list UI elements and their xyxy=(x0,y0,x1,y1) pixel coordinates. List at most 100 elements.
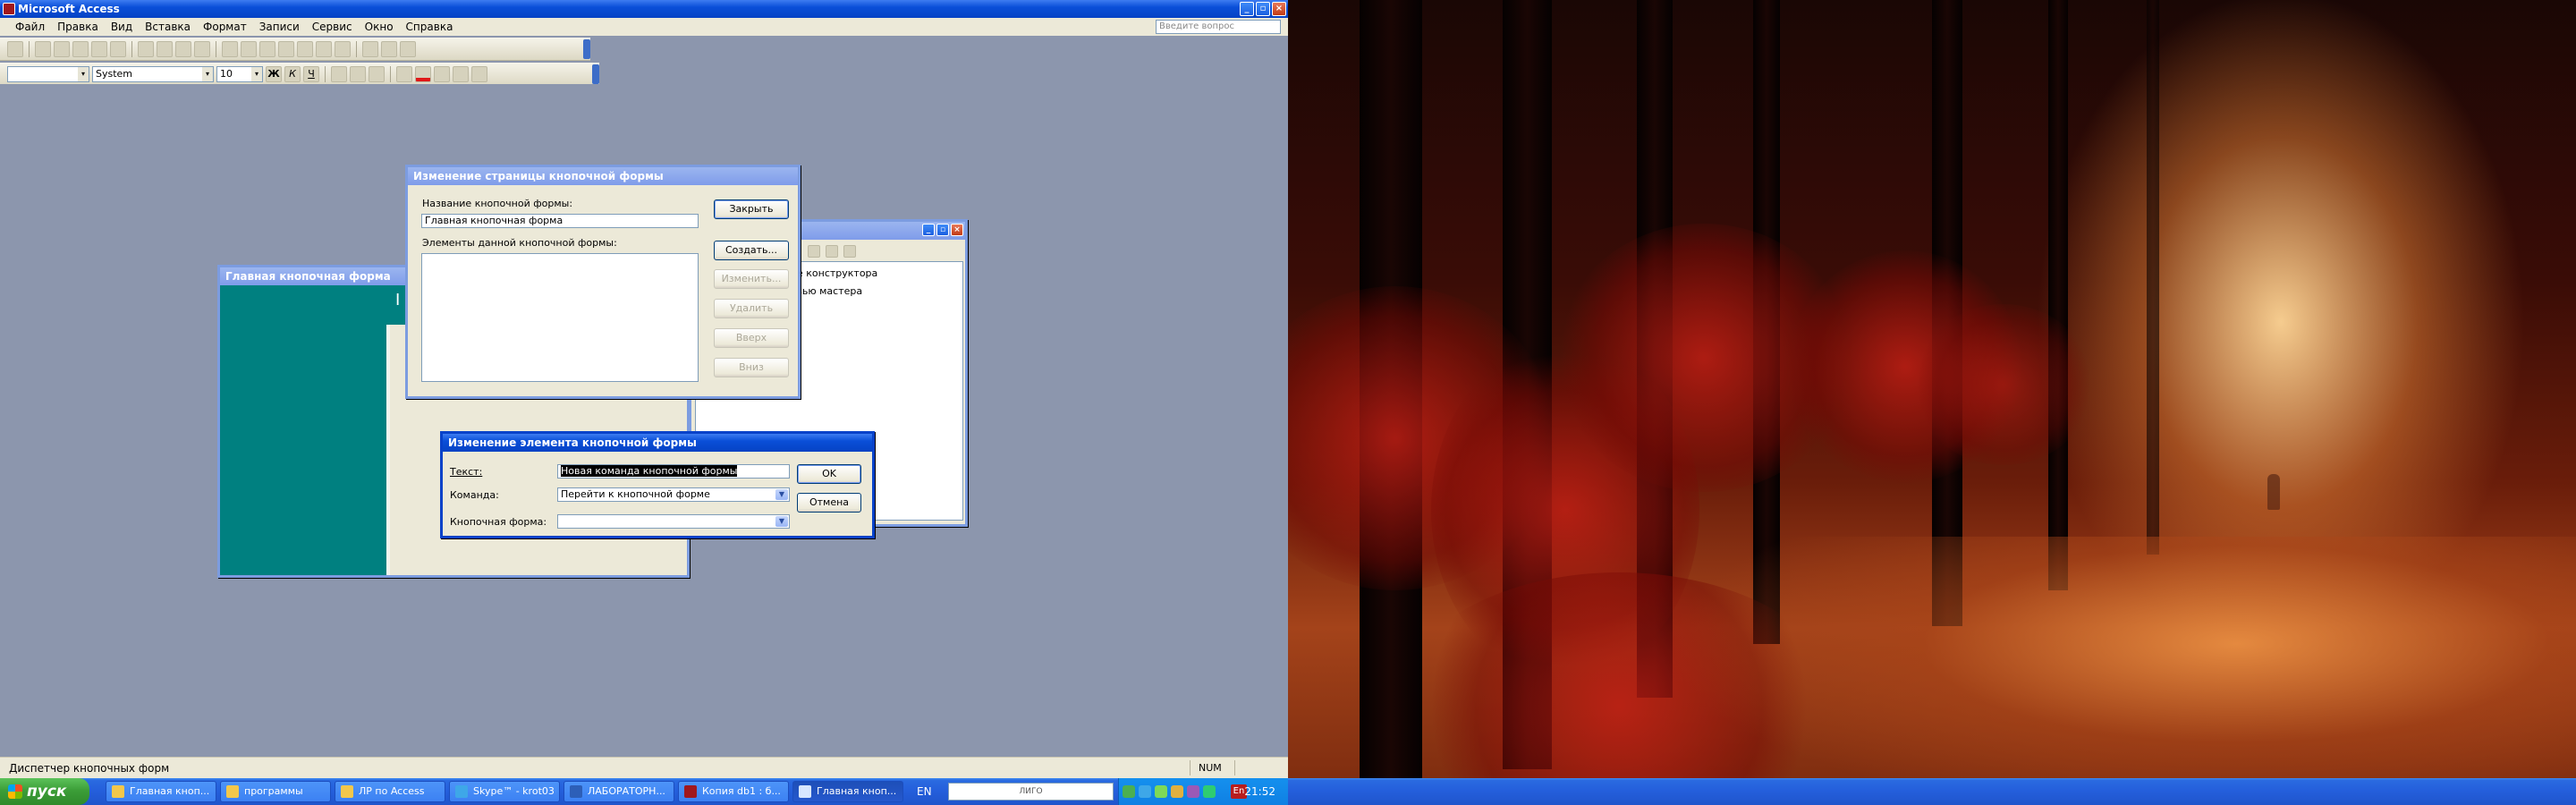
edit-item-title-bar[interactable]: Изменение элемента кнопочной формы xyxy=(443,434,872,452)
formatting-toolbar: ▾ System ▾ 10 ▾ Ж К Ч xyxy=(0,63,599,86)
chevron-down-icon[interactable]: ▼ xyxy=(775,516,788,527)
paste-icon[interactable] xyxy=(175,40,191,57)
menu-insert[interactable]: Вставка xyxy=(139,21,197,33)
manager-maximize-button[interactable]: ▫ xyxy=(936,224,949,236)
items-list[interactable] xyxy=(421,253,699,382)
volume-icon[interactable] xyxy=(1171,785,1183,798)
database-window-icon[interactable] xyxy=(362,40,378,57)
task-button[interactable]: Skype™ - krot03 xyxy=(449,781,560,802)
copy-icon[interactable] xyxy=(157,40,173,57)
create-button[interactable]: Создать... xyxy=(714,241,789,260)
move-down-button[interactable]: Вниз xyxy=(714,358,789,377)
align-left-icon[interactable] xyxy=(331,65,347,82)
language-indicator[interactable]: EN xyxy=(917,785,932,798)
close-dialog-button[interactable]: Закрыть xyxy=(714,199,789,219)
clock[interactable]: 21:52 xyxy=(1244,785,1275,798)
ok-button[interactable]: OK xyxy=(797,464,861,484)
italic-icon[interactable]: К xyxy=(284,65,301,82)
menu-window[interactable]: Окно xyxy=(359,21,400,33)
switchboard-select[interactable]: ▼ xyxy=(557,514,790,529)
list-item[interactable]: зью мастера xyxy=(797,285,862,297)
cut-icon[interactable] xyxy=(138,40,154,57)
font-combo[interactable]: System ▾ xyxy=(92,65,214,82)
status-bar: Диспетчер кнопочных форм NUM xyxy=(0,757,1288,778)
save-icon[interactable] xyxy=(35,40,51,57)
special-effect-icon[interactable] xyxy=(471,65,487,82)
toolbar-grip-2[interactable] xyxy=(592,64,599,84)
search-icon[interactable] xyxy=(54,40,70,57)
edit-page-title-bar[interactable]: Изменение страницы кнопочной формы xyxy=(408,167,798,185)
shield-icon[interactable] xyxy=(1203,785,1216,798)
chevron-down-icon[interactable]: ▼ xyxy=(775,489,788,500)
task-button[interactable]: программы xyxy=(220,781,331,802)
menu-file[interactable]: Файл xyxy=(9,21,51,33)
task-button[interactable]: Копия db1 : б... xyxy=(678,781,789,802)
folder-icon xyxy=(341,785,353,798)
line-width-icon[interactable] xyxy=(453,65,469,82)
task-button[interactable]: ЛАБОРАТОРН... xyxy=(564,781,674,802)
antivirus-icon[interactable] xyxy=(1187,785,1199,798)
sort-desc-icon[interactable] xyxy=(241,40,257,57)
skype-tray-icon[interactable] xyxy=(1139,785,1151,798)
preview-icon[interactable] xyxy=(91,40,107,57)
grid-icon[interactable] xyxy=(843,245,856,258)
apply-filter-icon[interactable] xyxy=(278,40,294,57)
manager-close-button[interactable]: × xyxy=(951,224,963,236)
item-text-field[interactable]: Новая команда кнопочной формы xyxy=(557,464,790,479)
spelling-icon[interactable] xyxy=(110,40,126,57)
object-combo[interactable]: ▾ xyxy=(7,65,89,82)
view-icon[interactable] xyxy=(7,40,23,57)
menu-view[interactable]: Вид xyxy=(105,21,139,33)
edit-page-dialog: Изменение страницы кнопочной формы Назва… xyxy=(405,165,801,399)
arrow-icon[interactable] xyxy=(1123,785,1135,798)
manager-minimize-button[interactable]: _ xyxy=(922,224,935,236)
form-title: Главная кнопочная форма xyxy=(225,270,391,283)
command-select[interactable]: Перейти к кнопочной форме ▼ xyxy=(557,487,790,502)
menu-tools[interactable]: Сервис xyxy=(306,21,359,33)
font-color-icon[interactable] xyxy=(415,65,431,82)
edit-item-button[interactable]: Изменить... xyxy=(714,269,789,289)
windows-flag-icon xyxy=(8,784,22,799)
task-button[interactable]: Главная кноп... xyxy=(106,781,216,802)
restore-button[interactable]: ▫ xyxy=(1256,2,1270,16)
new-object-icon[interactable] xyxy=(381,40,397,57)
move-up-button[interactable]: Вверх xyxy=(714,328,789,348)
switchboard-name-field[interactable]: Главная кнопочная форма xyxy=(421,214,699,228)
print-icon[interactable] xyxy=(72,40,89,57)
filter-icon[interactable] xyxy=(259,40,275,57)
minimize-button[interactable]: _ xyxy=(1240,2,1254,16)
start-button[interactable]: пуск xyxy=(0,778,89,805)
help-icon[interactable] xyxy=(400,40,416,57)
undo-icon[interactable] xyxy=(194,40,210,57)
line-color-icon[interactable] xyxy=(434,65,450,82)
delete-item-button[interactable]: Удалить xyxy=(714,299,789,318)
fill-color-icon[interactable] xyxy=(396,65,412,82)
search-input[interactable]: ЛИГО xyxy=(948,783,1114,801)
standard-toolbar xyxy=(0,38,590,61)
ask-question-input[interactable]: Введите вопрос xyxy=(1156,20,1281,34)
bold-icon[interactable]: Ж xyxy=(266,65,282,82)
menu-format[interactable]: Формат xyxy=(197,21,253,33)
word-icon xyxy=(570,785,582,798)
skype-icon xyxy=(455,785,468,798)
cancel-button[interactable]: Отмена xyxy=(797,493,861,513)
delete-record-icon[interactable] xyxy=(335,40,351,57)
menu-help[interactable]: Справка xyxy=(400,21,460,33)
new-record-icon[interactable] xyxy=(316,40,332,57)
task-button-active[interactable]: Главная кноп... xyxy=(792,781,903,802)
menu-records[interactable]: Записи xyxy=(253,21,306,33)
sort-asc-icon[interactable] xyxy=(222,40,238,57)
font-size-combo[interactable]: 10 ▾ xyxy=(216,65,263,82)
find-icon[interactable] xyxy=(297,40,313,57)
align-center-icon[interactable] xyxy=(350,65,366,82)
align-right-icon[interactable] xyxy=(369,65,385,82)
list-item[interactable]: е конструктора xyxy=(797,267,877,279)
task-button[interactable]: ЛР по Access xyxy=(335,781,445,802)
menu-edit[interactable]: Правка xyxy=(51,21,105,33)
network-icon[interactable] xyxy=(1155,785,1167,798)
close-button[interactable]: × xyxy=(1272,2,1286,16)
list-icon[interactable] xyxy=(808,245,820,258)
toolbar-grip[interactable] xyxy=(583,38,590,59)
underline-icon[interactable]: Ч xyxy=(303,65,319,82)
details-icon[interactable] xyxy=(826,245,838,258)
